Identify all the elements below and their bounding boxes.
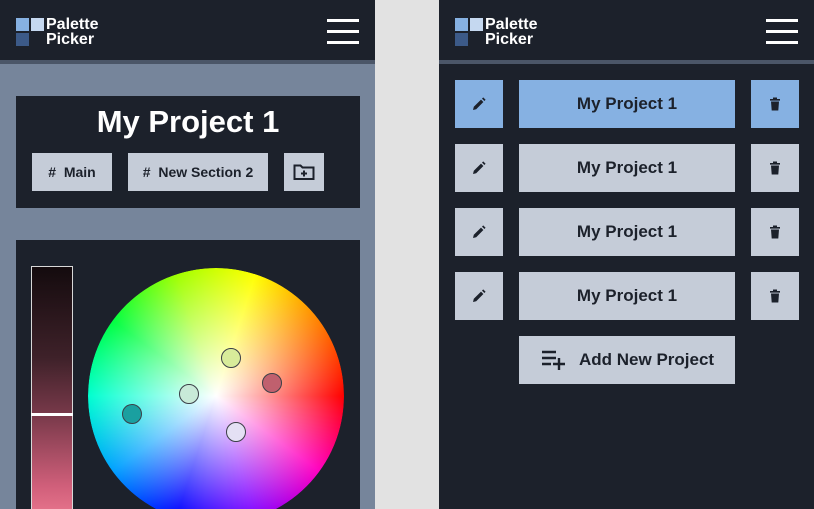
hash-icon: # [48, 164, 57, 180]
color-picker-card [16, 240, 360, 509]
add-new-project-button[interactable]: Add New Project [519, 336, 735, 384]
trash-icon [770, 161, 780, 175]
pencil-icon [473, 289, 486, 302]
logo-square [16, 33, 29, 46]
logo-line-1: Palette [485, 16, 538, 33]
edit-project-button[interactable] [455, 144, 503, 192]
project-header-card: My Project 1 # Main # New Section 2 [16, 96, 360, 208]
editor-panel: Palette Picker My Project 1 # Main # New… [0, 0, 375, 509]
folder-plus-icon [293, 164, 315, 180]
logo-text: Palette Picker [46, 16, 99, 48]
logo-square [16, 18, 29, 31]
color-wheel-graphic [88, 268, 344, 509]
logo-square [455, 33, 468, 46]
section-tab-new-section-2[interactable]: # New Section 2 [128, 153, 268, 191]
add-new-project-label: Add New Project [579, 350, 715, 369]
app-logo[interactable]: Palette Picker [455, 16, 555, 48]
delete-project-button[interactable] [751, 80, 799, 128]
color-handle[interactable] [221, 348, 241, 368]
project-row: My Project 1 [455, 144, 799, 192]
project-row: My Project 1 [455, 80, 799, 128]
trash-icon [770, 97, 780, 111]
project-title[interactable]: My Project 1 [16, 104, 360, 140]
edit-project-button[interactable] [455, 208, 503, 256]
project-name-button[interactable]: My Project 1 [519, 272, 735, 320]
delete-project-button[interactable] [751, 272, 799, 320]
app-logo[interactable]: Palette Picker [16, 16, 116, 48]
hamburger-menu-icon[interactable] [326, 18, 360, 46]
delete-project-button[interactable] [751, 144, 799, 192]
project-name-button[interactable]: My Project 1 [519, 80, 735, 128]
logo-square [455, 18, 468, 31]
top-bar: Palette Picker [439, 0, 814, 64]
top-bar: Palette Picker [0, 0, 375, 64]
lightness-slider[interactable] [31, 266, 73, 509]
pencil-icon [473, 225, 486, 238]
add-section-button[interactable] [284, 153, 324, 191]
project-row: My Project 1 [455, 272, 799, 320]
project-row: My Project 1 [455, 208, 799, 256]
pencil-icon [473, 97, 486, 110]
logo-square [470, 18, 483, 31]
pencil-icon [473, 161, 486, 174]
section-tab-main[interactable]: # Main [32, 153, 112, 191]
color-handle[interactable] [262, 373, 282, 393]
playlist-add-icon [542, 350, 565, 370]
edit-project-button[interactable] [455, 272, 503, 320]
color-wheel[interactable] [88, 268, 344, 509]
logo-line-1: Palette [46, 16, 99, 33]
delete-project-button[interactable] [751, 208, 799, 256]
logo-line-2: Picker [46, 31, 95, 48]
trash-icon [770, 225, 780, 239]
project-name-button[interactable]: My Project 1 [519, 144, 735, 192]
hamburger-menu-icon[interactable] [765, 18, 799, 46]
trash-icon [770, 289, 780, 303]
project-name-button[interactable]: My Project 1 [519, 208, 735, 256]
hash-icon: # [142, 164, 151, 180]
logo-line-2: Picker [485, 31, 534, 48]
color-handle[interactable] [179, 384, 199, 404]
edit-project-button[interactable] [455, 80, 503, 128]
section-tab-label: New Section 2 [158, 164, 254, 180]
logo-text: Palette Picker [485, 16, 538, 48]
color-handle[interactable] [226, 422, 246, 442]
section-tab-label: Main [63, 164, 96, 180]
project-list-panel: Palette Picker My Project 1 My Project 1… [439, 0, 814, 509]
logo-square [31, 18, 44, 31]
lightness-slider-handle[interactable] [31, 413, 73, 416]
color-handle[interactable] [122, 404, 142, 424]
